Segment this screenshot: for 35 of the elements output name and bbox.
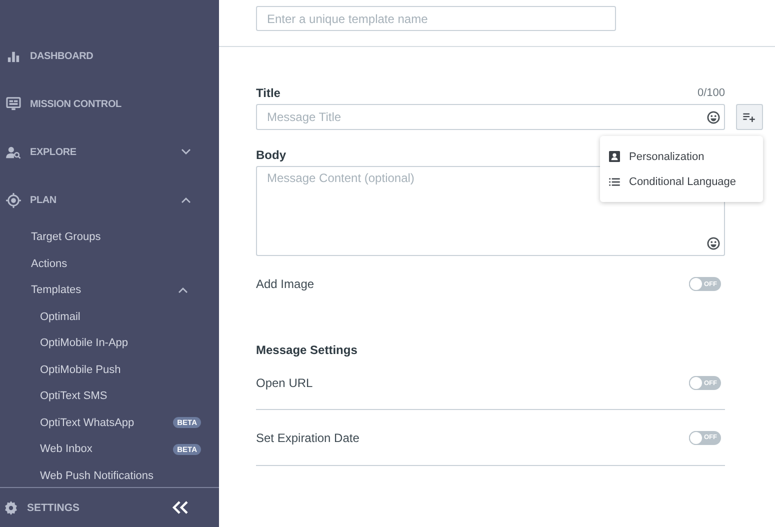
collapse-icon[interactable] (172, 501, 189, 514)
nav-item[interactable]: Optimail (0, 304, 219, 330)
nav-item[interactable]: OptiText SMS (0, 383, 219, 410)
add-image-label: Add Image (256, 277, 314, 291)
nav-item[interactable]: Templates (0, 277, 219, 304)
nav-item[interactable]: DASHBOARD (0, 32, 219, 80)
settings-icon (4, 500, 18, 514)
nav-item[interactable]: MISSION CONTROL (0, 80, 219, 128)
body-label: Body (256, 148, 286, 162)
nav-item[interactable]: OptiMobile Push (0, 356, 219, 383)
menu-item[interactable]: Personalization (600, 144, 763, 169)
target-icon (6, 192, 21, 208)
section-heading: Message Settings (256, 343, 358, 357)
list-icon (609, 178, 620, 186)
emoji-icon[interactable] (707, 237, 720, 250)
contact-card-icon (609, 151, 620, 162)
nav-item[interactable]: EXPLORE (0, 128, 219, 176)
settings-item[interactable]: SETTINGS (4, 500, 80, 514)
nav-item[interactable]: Actions (0, 250, 219, 277)
template-name-field[interactable]: Enter a unique template name (256, 6, 616, 31)
emoji-icon[interactable] (707, 110, 720, 124)
nav-item[interactable]: PLAN (0, 176, 219, 224)
nav-item[interactable]: Web Push Notifications (0, 462, 219, 487)
list-add-icon (743, 112, 756, 122)
bar-chart-icon (6, 50, 21, 62)
user-search-icon (6, 146, 21, 158)
title-label: Title (256, 86, 280, 100)
setting-label: Set Expiration Date (256, 430, 360, 444)
character-counter: 0/100 (697, 87, 725, 100)
monitor-icon (6, 97, 21, 111)
setting-label: Open URL (256, 376, 313, 390)
insert-button[interactable] (736, 104, 763, 130)
nav-item[interactable]: Target Groups (0, 224, 219, 250)
nav-item[interactable]: OptiMobile In-App (0, 330, 219, 356)
title-field[interactable]: Message Title (256, 104, 725, 130)
